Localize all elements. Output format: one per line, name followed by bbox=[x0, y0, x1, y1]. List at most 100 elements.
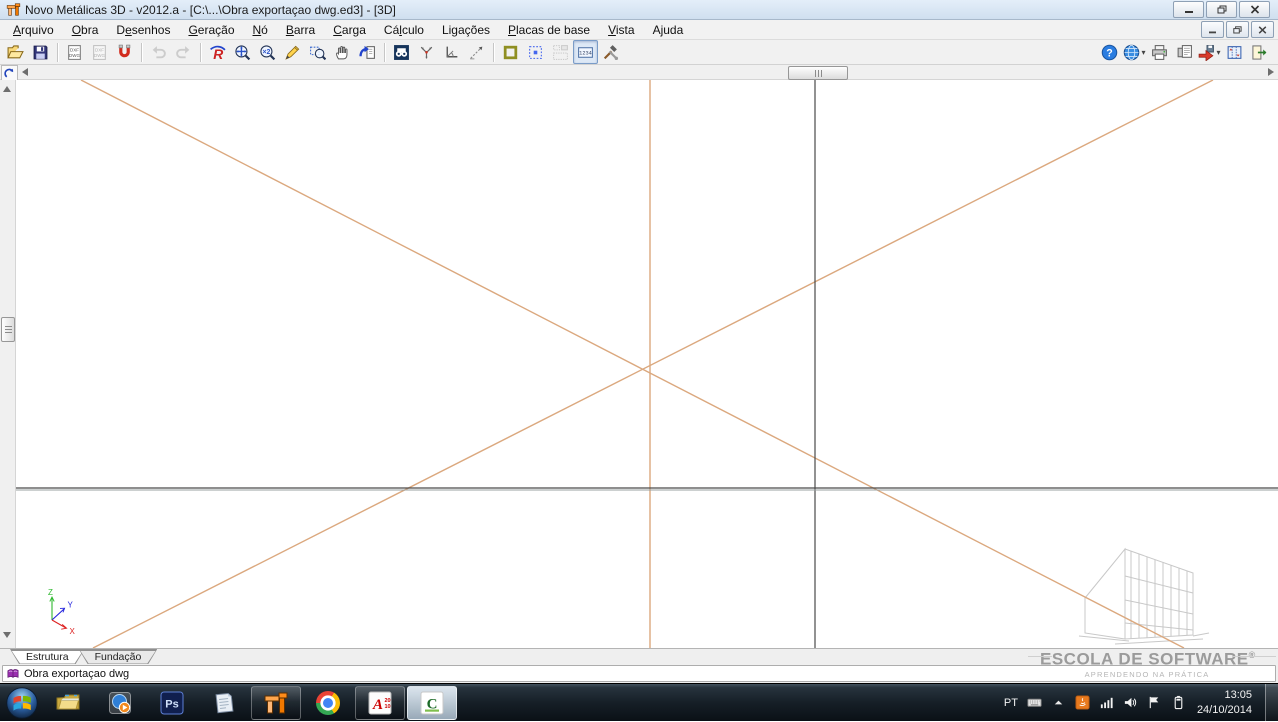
zoom-window-button[interactable] bbox=[305, 40, 330, 64]
scroll-down-arrow[interactable] bbox=[3, 632, 11, 638]
node-arrows-button[interactable] bbox=[414, 40, 439, 64]
close-button[interactable] bbox=[1239, 1, 1270, 18]
save-button[interactable] bbox=[28, 40, 53, 64]
canvas-h-scrollbar bbox=[0, 65, 1278, 80]
search-binoculars-button[interactable] bbox=[389, 40, 414, 64]
menu-calculo[interactable]: Cálculo bbox=[375, 21, 433, 39]
language-indicator[interactable]: PT bbox=[1004, 697, 1018, 709]
help-icon: ? bbox=[1101, 44, 1118, 61]
axis-y-label: Y bbox=[68, 601, 74, 610]
axis-x-label: X bbox=[70, 627, 76, 636]
scroll-left-arrow[interactable] bbox=[22, 68, 28, 76]
menu-placas-de-base[interactable]: Placas de base bbox=[499, 21, 599, 39]
menu-bar: ArquivoObraDesenhosGeraçãoNóBarraCargaCá… bbox=[0, 20, 1278, 40]
exit-button[interactable] bbox=[1247, 40, 1272, 64]
keyboard-icon bbox=[1027, 695, 1042, 710]
zoom-window-icon bbox=[309, 44, 326, 61]
exit-icon bbox=[1251, 44, 1268, 61]
yellow-square-button[interactable] bbox=[498, 40, 523, 64]
scroll-up-arrow[interactable] bbox=[3, 86, 11, 92]
help-button[interactable]: ? bbox=[1097, 40, 1122, 64]
selection-center-button[interactable] bbox=[523, 40, 548, 64]
main-area: Z Y X bbox=[0, 80, 1278, 648]
dxf-export-icon: DXFDWG bbox=[91, 44, 108, 61]
taskbar-notepad-button[interactable] bbox=[199, 686, 249, 720]
scroll-right-arrow[interactable] bbox=[1268, 68, 1274, 76]
menu-geracao[interactable]: Geração bbox=[179, 21, 243, 39]
menu-obra[interactable]: Obra bbox=[63, 21, 108, 39]
taskbar-autocad-button[interactable]: A2010 bbox=[355, 686, 405, 720]
mdi-minimize-button[interactable] bbox=[1201, 21, 1224, 38]
tray-volume-button[interactable] bbox=[1123, 695, 1138, 710]
start-button[interactable] bbox=[2, 684, 42, 722]
taskbar-photoshop-button[interactable]: Ps bbox=[147, 686, 197, 720]
window-views-button[interactable] bbox=[1222, 40, 1247, 64]
dropdown-arrow-icon[interactable]: ▾ bbox=[1141, 48, 1145, 57]
magnet-button[interactable] bbox=[112, 40, 137, 64]
tray-hidden-icons-button[interactable] bbox=[1051, 695, 1066, 710]
rotate-icon bbox=[4, 68, 15, 79]
tray-battery-button[interactable] bbox=[1171, 695, 1186, 710]
menu-ligacoes[interactable]: Ligações bbox=[433, 21, 499, 39]
status-bar: Obra exportaçao dwg bbox=[0, 664, 1278, 683]
mdi-minimize-icon bbox=[1208, 26, 1217, 34]
measure-button[interactable] bbox=[464, 40, 489, 64]
chrome-icon bbox=[316, 691, 340, 715]
menu-desenhos[interactable]: Desenhos bbox=[107, 21, 179, 39]
show-desktop-button[interactable] bbox=[1265, 684, 1278, 722]
tools-icon bbox=[602, 44, 619, 61]
restore-button[interactable] bbox=[1206, 1, 1237, 18]
taskbar-metalicas3d-button[interactable] bbox=[251, 686, 301, 720]
autocad-icon: A2010 bbox=[367, 690, 393, 716]
tab-estrutura[interactable]: Estrutura bbox=[10, 649, 85, 664]
export-dwg-button[interactable]: ▾ bbox=[1197, 40, 1222, 64]
zoom-x2-button[interactable]: ×2 bbox=[255, 40, 280, 64]
menu-carga[interactable]: Carga bbox=[324, 21, 375, 39]
status-field: Obra exportaçao dwg bbox=[2, 665, 1276, 682]
menu-barra[interactable]: Barra bbox=[277, 21, 324, 39]
support-angle-button[interactable] bbox=[439, 40, 464, 64]
taskbar-explorer-button[interactable] bbox=[43, 686, 93, 720]
drawing-canvas[interactable]: Z Y X bbox=[16, 80, 1278, 648]
previous-view-button[interactable] bbox=[355, 40, 380, 64]
zoom-extents-button[interactable] bbox=[230, 40, 255, 64]
toolbar-right: ? ▾ ▾ bbox=[1097, 40, 1272, 64]
tab-fundacao[interactable]: Fundação bbox=[79, 649, 158, 664]
menu-ajuda[interactable]: Ajuda bbox=[644, 21, 693, 39]
mdi-restore-button[interactable] bbox=[1226, 21, 1249, 38]
menu-no[interactable]: Nó bbox=[244, 21, 277, 39]
zoom-pencil-button[interactable] bbox=[280, 40, 305, 64]
display-panel-button[interactable]: 1234 bbox=[573, 40, 598, 64]
tray-network-button[interactable] bbox=[1099, 695, 1114, 710]
taskbar-chrome-button[interactable] bbox=[303, 686, 353, 720]
java-icon bbox=[1075, 695, 1090, 710]
globe-button[interactable]: ▾ bbox=[1122, 40, 1147, 64]
clock[interactable]: 13:05 24/10/2014 bbox=[1197, 688, 1252, 717]
tray-keyboard-button[interactable] bbox=[1027, 695, 1042, 710]
mdi-close-button[interactable] bbox=[1251, 21, 1274, 38]
h-scroll-thumb[interactable] bbox=[788, 66, 848, 80]
redraw-button[interactable]: R bbox=[205, 40, 230, 64]
print-button[interactable] bbox=[1147, 40, 1172, 64]
tray-java-button[interactable] bbox=[1075, 695, 1090, 710]
dropdown-arrow-icon[interactable]: ▾ bbox=[1216, 48, 1220, 57]
pan-hand-button[interactable] bbox=[330, 40, 355, 64]
tab-label: Fundação bbox=[79, 651, 158, 664]
taskbar-cype-button[interactable]: C bbox=[407, 686, 457, 720]
print-preview-button[interactable] bbox=[1172, 40, 1197, 64]
tab-label: Estrutura bbox=[10, 651, 85, 664]
metalicas3d-icon bbox=[263, 690, 289, 716]
menu-arquivo[interactable]: Arquivo bbox=[4, 21, 63, 39]
open-folder-button[interactable] bbox=[3, 40, 28, 64]
menu-vista[interactable]: Vista bbox=[599, 21, 643, 39]
svg-text:1234: 1234 bbox=[579, 50, 592, 56]
taskbar-media-player-button[interactable] bbox=[95, 686, 145, 720]
dxf-import-button[interactable]: DXFDWG bbox=[62, 40, 87, 64]
v-scroll-thumb[interactable] bbox=[1, 317, 15, 342]
tray-action-center-button[interactable] bbox=[1147, 695, 1162, 710]
selection-grid-icon bbox=[552, 44, 569, 61]
minimize-button[interactable] bbox=[1173, 1, 1204, 18]
rotate-view-button[interactable] bbox=[1, 65, 18, 81]
toolbar-separator bbox=[200, 43, 201, 62]
tools-button[interactable] bbox=[598, 40, 623, 64]
